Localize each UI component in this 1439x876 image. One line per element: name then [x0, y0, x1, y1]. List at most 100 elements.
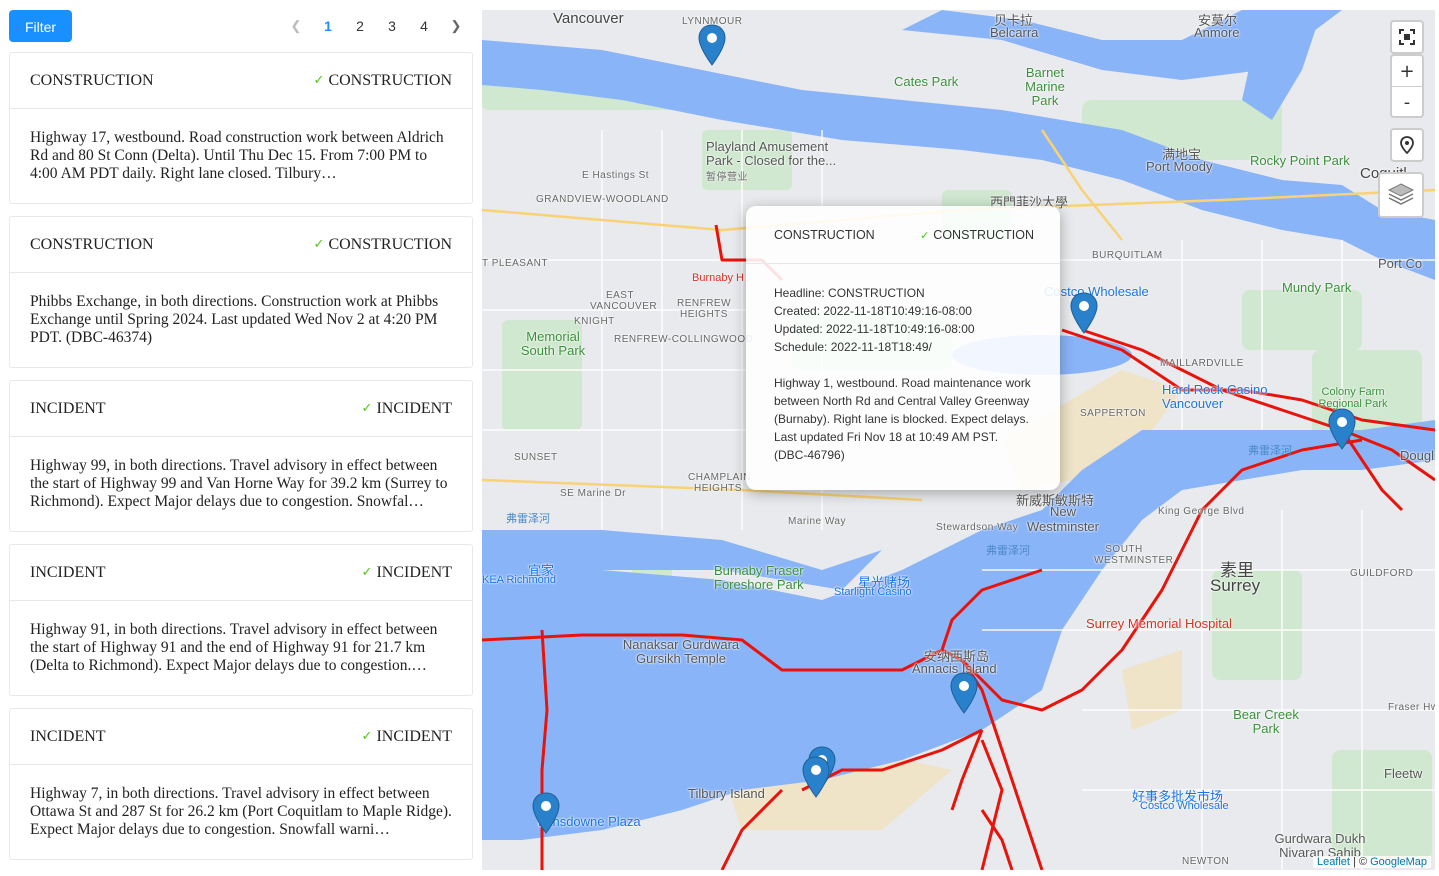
map-label: Barnet Marine Park [1025, 65, 1065, 108]
incident-list-panel: Filter ❮ 1 2 3 4 ❯ CONSTRUCTION ✓ CONSTRUC… [0, 0, 482, 876]
popup-created: Created: 2022-11-18T10:49:16-08:00 [774, 304, 972, 318]
incident-card[interactable]: CONSTRUCTION ✓ CONSTRUCTION Highway 17, we… [9, 52, 473, 204]
map-label: Tilbury Island [688, 786, 765, 801]
map-label: Starlight Casino [834, 586, 912, 598]
googlemap-link[interactable]: GoogleMap [1370, 856, 1427, 868]
map-marker-icon[interactable] [698, 24, 726, 66]
map-label: Burnaby H [692, 272, 744, 284]
map-label: GRANDVIEW-WOODLAND [536, 194, 669, 205]
card-tag: ✓ INCIDENT [361, 563, 452, 581]
check-icon: ✓ [313, 73, 325, 88]
map-label: RENFREW-COLLINGWOOD [614, 334, 754, 345]
popup-title: CONSTRUCTION [774, 227, 875, 242]
map-label: Bear Creek Park [1233, 707, 1299, 736]
popup-schedule: Schedule: 2022-11-18T18:49/ [774, 340, 932, 354]
card-description: Highway 17, westbound. Road construction… [30, 129, 444, 182]
map-marker-icon[interactable] [802, 756, 830, 798]
card-description: Highway 91, in both directions. Travel a… [30, 621, 438, 674]
card-description: Phibbs Exchange, in both directions. Con… [30, 293, 439, 346]
map-label: Belcarra [990, 25, 1039, 40]
incident-card[interactable]: CONSTRUCTION ✓ CONSTRUCTION Phibbs Exchang… [9, 216, 473, 368]
map-label: 弗雷泽河 [506, 513, 550, 525]
map-label: CHAMPLAIN HEIGHTS [688, 472, 751, 494]
map-label: Colony Farm Regional Park [1318, 386, 1388, 410]
map-label: Vancouver [553, 10, 624, 27]
popup-description: Highway 1, westbound. Road maintenance w… [774, 376, 1031, 462]
map-marker-icon[interactable] [950, 672, 978, 714]
map-label: Stewardson Way [936, 522, 1019, 533]
map-label: 弗雷泽河 [986, 545, 1030, 557]
map-label: BURQUITLAM [1092, 250, 1163, 261]
map-view[interactable]: Vancouver LYNNMOUR 贝卡拉 Belcarra 安莫尔 Anmo… [482, 10, 1435, 870]
map-label: GUILDFORD [1350, 568, 1414, 579]
card-tag: ✓ CONSTRUCTION [313, 235, 452, 253]
map-label: E Hastings St [582, 170, 650, 181]
map-label: Rocky Point Park [1250, 153, 1350, 168]
zoom-in-button[interactable]: + [1392, 56, 1422, 87]
check-icon: ✓ [361, 565, 373, 580]
zoom-out-button[interactable]: - [1392, 87, 1422, 117]
map-marker-icon[interactable] [1328, 408, 1356, 450]
map-label: T PLEASANT [482, 258, 548, 269]
filter-button[interactable]: Filter [9, 10, 72, 42]
map-label: Anmore [1194, 25, 1240, 40]
map-label: Hard Rock Casino Vancouver [1162, 382, 1268, 411]
map-label: NEWTON [1182, 856, 1230, 867]
pagination: ❮ 1 2 3 4 ❯ [280, 10, 472, 42]
popup-headline: Headline: CONSTRUCTION [774, 286, 925, 300]
locate-button[interactable] [1390, 128, 1424, 162]
map-label: Cates Park [894, 74, 959, 89]
card-title: INCIDENT [30, 563, 106, 581]
page-3-link[interactable]: 3 [376, 18, 408, 34]
card-description: Highway 99, in both directions. Travel a… [30, 457, 448, 510]
zoom-control: + - [1390, 54, 1424, 118]
map-label: Costco Wholesale [1140, 800, 1229, 812]
popup-updated: Updated: 2022-11-18T10:49:16-08:00 [774, 322, 975, 336]
card-tag: ✓ CONSTRUCTION [313, 71, 452, 89]
check-icon: ✓ [361, 401, 373, 416]
incident-popup[interactable]: CONSTRUCTION ✓ CONSTRUCTION Headline: CON… [746, 206, 1060, 490]
map-label: Mundy Park [1282, 280, 1352, 295]
map-marker-icon[interactable] [1070, 292, 1098, 334]
map-label: Memorial South Park [520, 329, 586, 358]
card-title: CONSTRUCTION [30, 71, 154, 89]
map-label: 弗雷泽河 [1248, 445, 1292, 457]
map-label: Surrey Memorial Hospital [1086, 616, 1232, 631]
map-label: KEA Richmond [482, 574, 556, 586]
map-label: Surrey [1210, 576, 1261, 595]
check-icon: ✓ [920, 228, 930, 242]
map-label: Port Moody [1146, 159, 1213, 174]
map-attribution: Leaflet | © GoogleMap [1312, 856, 1431, 868]
page-4-link[interactable]: 4 [408, 18, 440, 34]
map-label: MAILLARDVILLE [1160, 358, 1244, 369]
map-label: RENFREW HEIGHTS [676, 298, 732, 320]
leaflet-link[interactable]: Leaflet [1317, 856, 1350, 868]
fullscreen-button[interactable] [1390, 20, 1424, 54]
card-description: Highway 7, in both directions. Travel ad… [30, 785, 452, 838]
incident-card[interactable]: INCIDENT ✓ INCIDENT Highway 99, in both di… [9, 380, 473, 532]
map-label: Port Co [1378, 256, 1423, 271]
page-2-link[interactable]: 2 [344, 18, 376, 34]
map-label: Fleetw [1384, 766, 1423, 781]
map-label: SE Marine Dr [560, 488, 627, 499]
card-title: INCIDENT [30, 727, 106, 745]
next-page-icon[interactable]: ❯ [440, 18, 472, 34]
incident-card[interactable]: INCIDENT ✓ INCIDENT Highway 7, in both dir… [9, 708, 473, 860]
layers-button[interactable] [1378, 172, 1424, 218]
card-title: CONSTRUCTION [30, 235, 154, 253]
map-label: Burnaby Fraser Foreshore Park [714, 563, 804, 592]
map-marker-icon[interactable] [532, 792, 560, 834]
layers-icon [1380, 174, 1422, 216]
map-label: SAPPERTON [1080, 408, 1146, 419]
map-label: Dougl [1400, 448, 1434, 463]
map-label: 暂停营业 [706, 172, 748, 183]
card-tag: ✓ INCIDENT [361, 727, 452, 745]
page-1-link[interactable]: 1 [312, 18, 344, 34]
check-icon: ✓ [361, 729, 373, 744]
map-label: Marine Way [788, 516, 846, 527]
map-label: KNIGHT [574, 316, 615, 327]
map-label: SOUTH WESTMINSTER [1094, 544, 1174, 566]
prev-page-icon[interactable]: ❮ [280, 18, 312, 34]
map-label: Fraser Hwy [1388, 702, 1435, 713]
incident-card[interactable]: INCIDENT ✓ INCIDENT Highway 91, in both di… [9, 544, 473, 696]
